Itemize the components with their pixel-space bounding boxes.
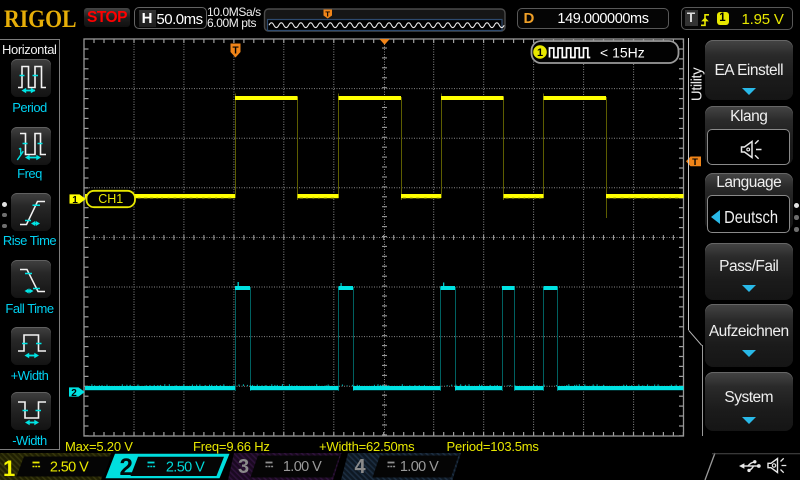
svg-text:1.00 V: 1.00 V — [283, 459, 322, 475]
svg-text:1: 1 — [72, 195, 78, 206]
svg-text:2.50 V: 2.50 V — [50, 460, 89, 476]
svg-text:3: 3 — [238, 456, 249, 478]
svg-text:1.00 V: 1.00 V — [400, 459, 439, 475]
svg-text:1: 1 — [3, 456, 15, 480]
svg-text:2: 2 — [120, 454, 133, 480]
svg-text:2: 2 — [71, 388, 77, 399]
svg-text:2.50 V: 2.50 V — [166, 460, 205, 476]
svg-text:CH1: CH1 — [98, 192, 123, 206]
svg-text:1: 1 — [537, 47, 543, 59]
svg-text:4: 4 — [355, 456, 367, 478]
svg-text:T: T — [325, 10, 330, 19]
svg-text:< 15Hz: < 15Hz — [600, 44, 645, 60]
svg-text:T: T — [232, 46, 238, 57]
